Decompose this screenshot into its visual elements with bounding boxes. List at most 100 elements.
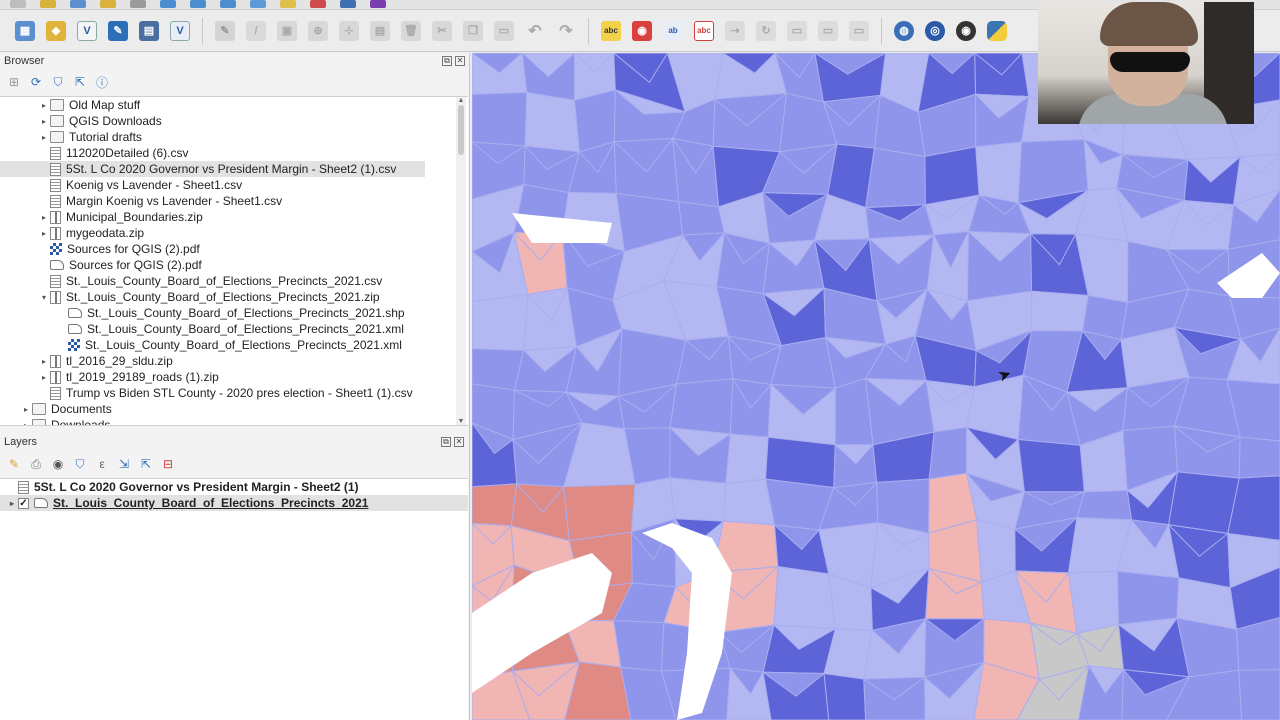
redo-button[interactable]: ↷ xyxy=(553,18,579,44)
expand-arrow-icon[interactable]: ▸ xyxy=(38,229,50,238)
layer-style-icon[interactable]: ✎ xyxy=(6,456,22,472)
measure-icon[interactable] xyxy=(310,0,326,8)
add-delimited-text-button[interactable]: V xyxy=(74,18,100,44)
filter-legend-icon[interactable]: ⛉ xyxy=(72,456,88,472)
paste-features-button[interactable]: ▭ xyxy=(491,18,517,44)
world-button[interactable]: ◎ xyxy=(922,18,948,44)
expand-arrow-icon[interactable]: ▸ xyxy=(38,357,50,366)
plugin-globe-button[interactable]: ◉ xyxy=(953,18,979,44)
browser-item[interactable]: ▸ Municipal_Boundaries.zip xyxy=(0,209,468,225)
float-panel-icon[interactable]: ⧉ xyxy=(442,56,452,66)
modify-attributes-button[interactable]: ▤ xyxy=(367,18,393,44)
filter-expression-icon[interactable]: ε xyxy=(94,456,110,472)
collapse-all-icon[interactable]: ⇱ xyxy=(72,74,88,90)
browser-item[interactable]: St._Louis_County_Board_of_Elections_Prec… xyxy=(0,337,468,353)
manage-map-themes-icon[interactable]: ◉ xyxy=(50,456,66,472)
browser-item[interactable]: Koenig vs Lavender - Sheet1.csv xyxy=(0,177,468,193)
close-panel-icon[interactable]: ✕ xyxy=(454,437,464,447)
browser-item[interactable]: ▸ mygeodata.zip xyxy=(0,225,468,241)
collapse-all-icon[interactable]: ⇱ xyxy=(138,456,154,472)
add-vector-layer-button[interactable]: ◆ xyxy=(43,18,69,44)
expand-arrow-icon[interactable]: ▸ xyxy=(6,499,18,508)
browser-item[interactable]: 5St. L Co 2020 Governor vs President Mar… xyxy=(0,161,425,177)
data-source-manager-button[interactable]: ▦ xyxy=(12,18,38,44)
info-icon[interactable]: ⓘ xyxy=(94,74,110,90)
save-edits-button[interactable]: ▣ xyxy=(274,18,300,44)
layer-item[interactable]: 5St. L Co 2020 Governor vs President Mar… xyxy=(0,479,468,495)
python-console-button[interactable] xyxy=(984,18,1010,44)
layer-visibility-checkbox[interactable]: ✓ xyxy=(18,497,29,509)
open-project-icon[interactable] xyxy=(40,0,56,8)
browser-item[interactable]: ▸ tl_2019_29189_roads (1).zip xyxy=(0,369,468,385)
diagram-button[interactable]: ◉ xyxy=(629,18,655,44)
save-project-icon[interactable] xyxy=(70,0,86,8)
browser-item[interactable]: ▸ Downloads xyxy=(0,417,468,426)
browser-item[interactable]: ▾ St._Louis_County_Board_of_Elections_Pre… xyxy=(0,289,468,305)
add-feature-button[interactable]: ⊕ xyxy=(305,18,331,44)
browser-item[interactable]: St._Louis_County_Board_of_Elections_Prec… xyxy=(0,321,468,337)
browser-item[interactable]: St._Louis_County_Board_of_Elections_Prec… xyxy=(0,273,468,289)
browser-item[interactable]: ▸ Old Map stuff xyxy=(0,97,468,113)
browser-item[interactable]: St._Louis_County_Board_of_Elections_Prec… xyxy=(0,305,468,321)
browser-item[interactable]: 112020Detailed (6).csv xyxy=(0,145,468,161)
expand-arrow-icon[interactable]: ▸ xyxy=(20,405,32,414)
globe-button[interactable]: ◍ xyxy=(891,18,917,44)
highlight-label-button[interactable]: ab xyxy=(660,18,686,44)
scrollbar-thumb[interactable] xyxy=(458,105,464,155)
browser-item[interactable]: Margin Koenig vs Lavender - Sheet1.csv xyxy=(0,193,468,209)
expand-arrow-icon[interactable]: ▸ xyxy=(38,117,50,126)
add-selected-icon[interactable]: ⊞ xyxy=(6,74,22,90)
remove-layer-icon[interactable]: ⊟ xyxy=(160,456,176,472)
layer-item[interactable]: ▸ ✓ St._Louis_County_Board_of_Elections_Pr… xyxy=(0,495,468,511)
vertex-tool-button[interactable]: ⊹ xyxy=(336,18,362,44)
layout-icon[interactable] xyxy=(100,0,116,8)
browser-item[interactable]: ▸ QGIS Downloads xyxy=(0,113,468,129)
map-canvas[interactable]: ➤ xyxy=(472,53,1280,720)
float-panel-icon[interactable]: ⧉ xyxy=(441,437,451,447)
zoom-out-icon[interactable] xyxy=(220,0,236,8)
new-layer-button[interactable]: V xyxy=(167,18,193,44)
pan-icon[interactable] xyxy=(160,0,176,8)
identify-icon[interactable] xyxy=(280,0,296,8)
browser-item[interactable]: ▸ Documents xyxy=(0,401,468,417)
close-panel-icon[interactable]: ✕ xyxy=(455,56,465,66)
rotate-label-button[interactable]: ↻ xyxy=(753,18,779,44)
change-label-button[interactable]: ▭ xyxy=(784,18,810,44)
zoom-full-icon[interactable] xyxy=(250,0,266,8)
current-edits-button[interactable]: / xyxy=(243,18,269,44)
browser-item[interactable]: ▸ Tutorial drafts xyxy=(0,129,468,145)
scroll-down-icon[interactable]: ▼ xyxy=(456,418,466,425)
expand-all-icon[interactable]: ⇲ xyxy=(116,456,132,472)
cut-features-button[interactable]: ✂ xyxy=(429,18,455,44)
browser-item[interactable]: Trump vs Biden STL County - 2020 pres el… xyxy=(0,385,468,401)
expand-arrow-icon[interactable]: ▸ xyxy=(38,213,50,222)
scroll-up-icon[interactable]: ▲ xyxy=(456,97,466,104)
sigma-icon[interactable] xyxy=(370,0,386,8)
label-props-button[interactable]: ▭ xyxy=(846,18,872,44)
browser-scrollbar[interactable]: ▲ ▼ xyxy=(456,97,466,425)
expand-arrow-icon[interactable]: ▸ xyxy=(38,133,50,142)
expanded-arrow-icon[interactable]: ▾ xyxy=(38,293,50,302)
filter-icon[interactable]: ⛉ xyxy=(50,74,66,90)
undo-button[interactable]: ↶ xyxy=(522,18,548,44)
browser-item[interactable]: Sources for QGIS (2).pdf xyxy=(0,257,468,273)
add-group-icon[interactable]: ⎙ xyxy=(28,456,44,472)
zoom-in-icon[interactable] xyxy=(190,0,206,8)
delete-selected-button[interactable]: 🗑 xyxy=(398,18,424,44)
attribute-table-icon[interactable] xyxy=(340,0,356,8)
gps-button[interactable]: ▤ xyxy=(136,18,162,44)
style-icon[interactable] xyxy=(130,0,146,8)
refresh-icon[interactable]: ⟳ xyxy=(28,74,44,90)
move-label-button[interactable]: ⇢ xyxy=(722,18,748,44)
pin-labels-button[interactable]: abc xyxy=(691,18,717,44)
new-project-icon[interactable] xyxy=(10,0,26,8)
label-toolbar-button[interactable]: abc xyxy=(598,18,624,44)
digitize-button[interactable]: ✎ xyxy=(105,18,131,44)
toggle-editing-button[interactable]: ✎ xyxy=(212,18,238,44)
expand-arrow-icon[interactable]: ▸ xyxy=(38,101,50,110)
show-labels-button[interactable]: ▭ xyxy=(815,18,841,44)
expand-arrow-icon[interactable]: ▸ xyxy=(38,373,50,382)
copy-features-button[interactable]: ❐ xyxy=(460,18,486,44)
browser-item[interactable]: Sources for QGIS (2).pdf xyxy=(0,241,468,257)
expand-arrow-icon[interactable]: ▸ xyxy=(20,421,32,426)
